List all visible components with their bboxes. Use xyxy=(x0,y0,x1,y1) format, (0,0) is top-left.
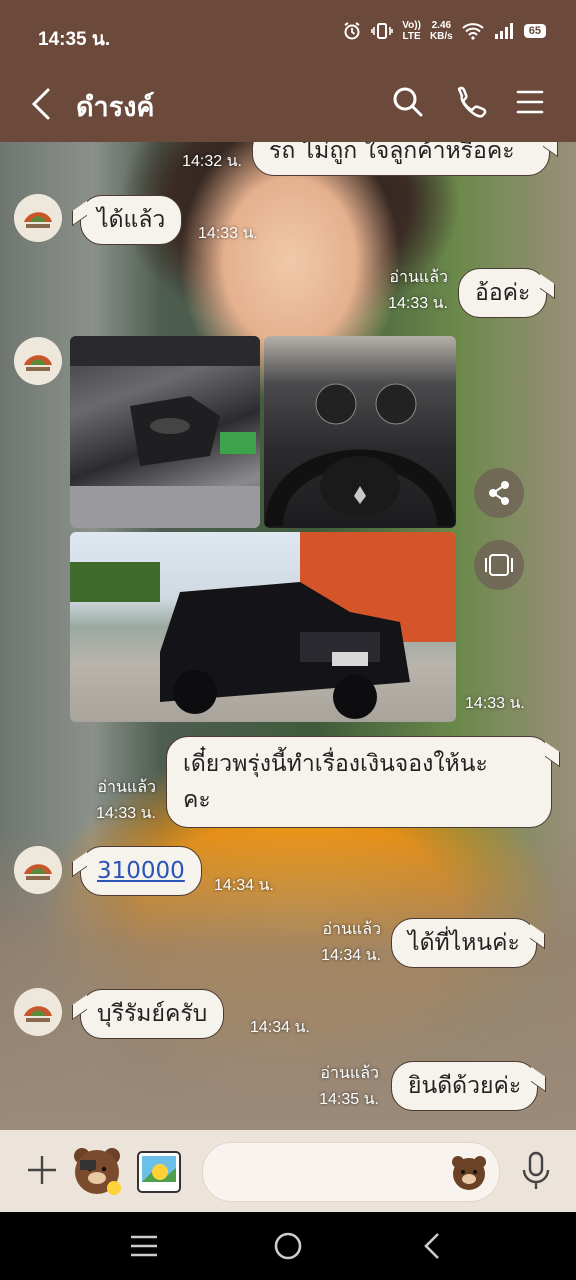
message-time: 14:33 น. xyxy=(388,295,448,312)
message-time: 14:33 น. xyxy=(96,805,156,822)
menu-icon[interactable] xyxy=(510,82,550,122)
read-receipt: อ่านแล้ว xyxy=(322,921,381,938)
pickup-truck-illustration xyxy=(70,532,456,719)
album-icon xyxy=(485,554,513,576)
signal-icon xyxy=(494,23,513,39)
read-receipt: อ่านแล้ว xyxy=(97,779,156,796)
message-text: อ้อค่ะ xyxy=(475,280,531,306)
contact-avatar-logo xyxy=(14,337,62,385)
alarm-icon xyxy=(344,22,360,40)
message-text-line: เดี๋ยวพรุ่งนี้ทำเรื่องเงินจองให้นะ xyxy=(183,751,488,777)
message-bubble-incoming[interactable]: 310000 xyxy=(80,846,202,896)
contact-avatar-logo xyxy=(14,194,62,242)
message-time: 14:33 น. xyxy=(198,225,258,242)
message-time: 14:34 น. xyxy=(214,877,274,894)
message-text: ได้ที่ไหนค่ะ xyxy=(408,930,520,956)
message-text: บุรีรัมย์ครับ xyxy=(97,1001,208,1027)
message-text-line: คะ xyxy=(183,787,211,813)
mic-icon[interactable] xyxy=(518,1150,554,1192)
home-icon[interactable] xyxy=(272,1230,304,1262)
wifi-icon xyxy=(462,23,484,40)
plus-icon[interactable] xyxy=(24,1152,60,1188)
system-nav-bar xyxy=(0,1212,576,1280)
volte-top: Vo)) xyxy=(402,20,421,31)
speed-unit: KB/s xyxy=(429,31,453,42)
message-time: 14:34 น. xyxy=(321,947,381,964)
share-button[interactable] xyxy=(474,468,524,518)
status-time: 14:35 น. xyxy=(38,29,111,50)
chat-title: ดำรงค์ xyxy=(76,92,155,123)
contact-avatar-logo xyxy=(14,846,62,894)
chat-area[interactable]: รถ ไม่ถูก ใจลูกค้าหรือคะ 14:32 น. ได้แล้… xyxy=(0,142,576,1130)
message-bubble-outgoing[interactable]: ยินดีด้วยค่ะ xyxy=(391,1061,539,1111)
vibrate-icon xyxy=(371,23,394,39)
read-receipt: อ่านแล้ว xyxy=(320,1065,379,1082)
chat-header: ดำรงค์ xyxy=(0,68,576,142)
message-bubble-outgoing[interactable]: ได้ที่ไหนค่ะ xyxy=(391,918,537,968)
message-input[interactable] xyxy=(202,1142,500,1202)
message-text: ยินดีด้วยค่ะ xyxy=(408,1073,522,1099)
recent-apps-icon[interactable] xyxy=(128,1232,160,1260)
speed-indicator: 2.46 KB/s xyxy=(430,20,453,42)
search-icon[interactable] xyxy=(388,82,428,122)
contact-avatar-logo xyxy=(14,988,62,1036)
phone-number-link[interactable]: 310000 xyxy=(97,858,185,884)
dashboard-illustration xyxy=(265,383,455,527)
message-bubble-incoming[interactable]: บุรีรัมย์ครับ xyxy=(80,989,225,1039)
share-icon xyxy=(489,481,509,505)
phone-icon[interactable] xyxy=(450,82,490,122)
message-bubble-outgoing[interactable]: รถ ไม่ถูก ใจลูกค้าหรือคะ xyxy=(252,142,550,176)
avatar[interactable] xyxy=(14,988,62,1036)
read-receipt: อ่านแล้ว xyxy=(389,269,448,286)
avatar[interactable] xyxy=(14,846,62,894)
message-bubble-outgoing[interactable]: อ้อค่ะ xyxy=(458,268,548,318)
speed-value: 2.46 xyxy=(431,20,452,31)
message-bubble-incoming[interactable]: ได้แล้ว xyxy=(80,195,183,245)
dashboard-photo[interactable] xyxy=(264,336,456,528)
engine-illustration xyxy=(70,336,260,528)
emoji-icon[interactable] xyxy=(449,1152,489,1192)
message-text: ได้แล้ว xyxy=(97,207,166,233)
message-time: 14:32 น. xyxy=(182,153,242,170)
volte-indicator: Vo)) LTE xyxy=(402,20,421,42)
message-time: 14:33 น. xyxy=(465,695,525,712)
system-back-icon[interactable] xyxy=(420,1230,444,1262)
status-icons: Vo)) LTE 2.46 KB/s 65 xyxy=(342,20,546,42)
avatar[interactable] xyxy=(14,337,62,385)
engine-photo[interactable] xyxy=(70,336,260,528)
battery-icon: 65 xyxy=(523,24,546,38)
avatar[interactable] xyxy=(14,194,62,242)
message-bubble-outgoing[interactable]: เดี๋ยวพรุ่งนี้ทำเรื่องเงินจองให้นะ คะ xyxy=(166,736,552,828)
gallery-icon[interactable] xyxy=(134,1146,186,1198)
message-time: 14:35 น. xyxy=(319,1091,379,1108)
status-bar: 14:35 น. Vo)) LTE 2.46 KB/s 65 xyxy=(0,0,576,68)
pickup-truck-photo[interactable] xyxy=(70,532,456,722)
volte-bottom: LTE xyxy=(402,31,421,42)
message-time: 14:34 น. xyxy=(250,1019,310,1036)
album-button[interactable] xyxy=(474,540,524,590)
back-icon[interactable] xyxy=(26,84,58,124)
message-text: รถ ไม่ถูก ใจลูกค้าหรือคะ xyxy=(269,142,515,164)
message-input-bar xyxy=(0,1130,576,1212)
sticker-brown-icon[interactable] xyxy=(68,1142,126,1200)
